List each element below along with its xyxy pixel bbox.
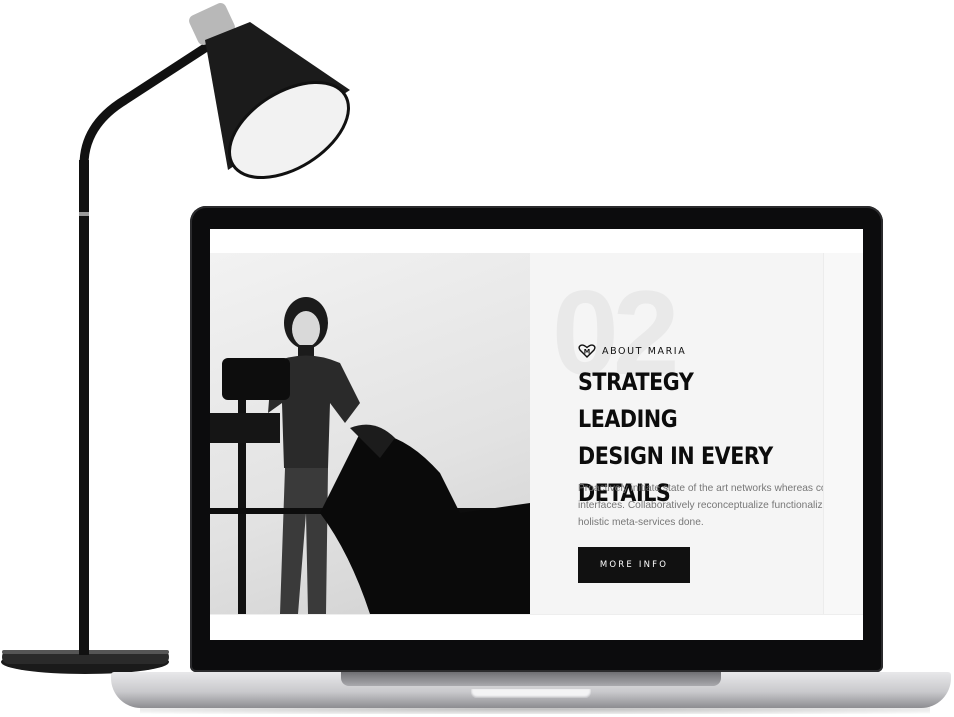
description: Proactively initiate state of the art ne… [578,483,854,528]
heart-m-icon: M [578,344,596,358]
screen-header [210,229,863,253]
screen-footer [210,614,863,640]
laptop-notch [471,689,591,698]
hero-photo [210,253,530,614]
eyebrow: M ABOUT MARIA [578,344,686,358]
more-info-button[interactable]: MORE INFO [578,547,690,583]
svg-text:M: M [584,348,590,356]
laptop-screen: 02 M ABOUT MARIA STRATEGY LEADING DESIGN… [210,229,863,640]
laptop-base [111,672,951,708]
eyebrow-text: ABOUT MARIA [602,345,687,357]
about-section: 02 M ABOUT MARIA STRATEGY LEADING DESIGN… [530,253,854,614]
laptop-hinge [341,672,721,686]
content-edge [823,253,863,614]
